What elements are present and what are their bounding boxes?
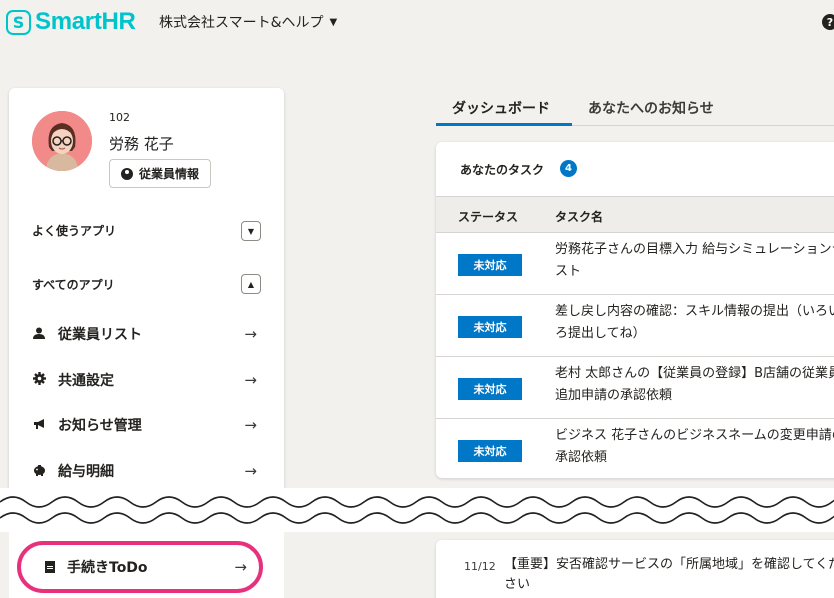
employee-info-button[interactable]: 従業員情報 [109,159,211,188]
payslip-icon [32,464,46,479]
favorite-apps-label: よく使うアプリ [32,224,117,238]
tab-notifications[interactable]: あなたへのお知らせ [588,98,714,118]
tab-dashboard[interactable]: ダッシュボード [452,98,550,118]
smarthr-logo[interactable]: S SmartHR [6,8,136,36]
menu-label: 共通設定 [58,373,114,389]
chevron-down-icon: ▼ [247,226,255,236]
employee-number: 102 [109,111,130,124]
column-header-status: ステータス [458,210,519,224]
logo-text: SmartHR [35,8,136,35]
user-circle-icon [120,167,133,180]
megaphone-icon [32,418,46,433]
menu-label: お知らせ管理 [58,418,142,434]
sidebar-item-employee-list[interactable]: 従業員リスト → [32,322,257,346]
omission-wave-divider [0,488,834,532]
sidebar-item-notice-management[interactable]: お知らせ管理 → [32,413,257,437]
task-card-title: あなたのタスク [460,163,545,177]
gear-icon [32,372,46,388]
chevron-up-icon: ▲ [247,279,255,289]
sidebar-item-common-settings[interactable]: 共通設定 → [32,368,257,392]
task-name-link[interactable]: 差し戻し内容の確認：スキル情報の提出（いろいろ提出してね） [555,301,834,345]
sidebar-card: 102 労務 花子 従業員情報 よく使うアプリ ▼ すべてのアプリ ▲ 従業員リ… [9,88,284,508]
arrow-right-icon: → [244,325,257,343]
sidebar-item-procedure-todo[interactable]: 手続きToDo → [17,541,263,593]
all-apps-toggle[interactable]: ▲ [241,274,261,294]
status-badge: 未対応 [458,440,522,462]
task-card: あなたのタスク 4 ステータス タスク名 未対応 労務花子さんの目標入力 給与シ… [436,142,834,478]
avatar [32,111,92,171]
status-badge: 未対応 [458,316,522,338]
task-name-link[interactable]: 労務花子さんの目標入力 給与シミュレーションテスト [555,239,834,283]
employee-info-label: 従業員情報 [138,167,199,181]
column-header-task-name: タスク名 [555,210,604,224]
table-row[interactable]: 未対応 差し戻し内容の確認：スキル情報の提出（いろいろ提出してね） [436,295,834,357]
arrow-right-icon: → [244,416,257,434]
sidebar-item-payslip[interactable]: 給与明細 → [32,459,257,483]
favorite-apps-toggle[interactable]: ▼ [241,221,261,241]
task-name-link[interactable]: 老村 太郎さんの【従業員の登録】B店舗の従業員追加申請の承認依頼 [555,363,834,407]
document-icon [45,561,55,573]
arrow-right-icon: → [234,558,247,576]
table-row[interactable]: 未対応 労務花子さんの目標入力 給与シミュレーションテスト [436,233,834,295]
task-table-header: ステータス タスク名 [436,196,834,233]
app-header: S SmartHR 株式会社スマート&ヘルプ ▼ ? [0,0,834,42]
person-icon [32,327,46,342]
company-switcher[interactable]: 株式会社スマート&ヘルプ ▼ [159,12,337,32]
all-apps-label: すべてのアプリ [32,278,115,292]
notice-link[interactable]: 【重要】安否確認サービスの「所属地域」を確認してください [504,555,834,595]
todo-label: 手続きToDo [67,560,148,576]
employee-name: 労務 花子 [109,135,174,153]
logo-mark-icon: S [6,9,31,35]
caret-down-icon: ▼ [329,16,338,28]
active-tab-indicator [436,123,572,126]
status-badge: 未対応 [458,254,522,276]
table-row[interactable]: 未対応 ビジネス 花子さんのビジネスネームの変更申請の承認依頼 [436,419,834,478]
table-row[interactable]: 未対応 老村 太郎さんの【従業員の登録】B店舗の従業員追加申請の承認依頼 [436,357,834,419]
status-badge: 未対応 [458,378,522,400]
arrow-right-icon: → [244,371,257,389]
arrow-right-icon: → [244,462,257,480]
menu-label: 従業員リスト [58,327,142,343]
company-name: 株式会社スマート&ヘルプ [159,15,324,31]
task-count-badge: 4 [560,160,577,177]
notice-card: 11/12 【重要】安否確認サービスの「所属地域」を確認してください [436,540,834,598]
notice-date: 11/12 [464,560,496,573]
help-icon[interactable]: ? [822,14,834,30]
task-name-link[interactable]: ビジネス 花子さんのビジネスネームの変更申請の承認依頼 [555,425,834,469]
menu-label: 給与明細 [58,464,114,480]
